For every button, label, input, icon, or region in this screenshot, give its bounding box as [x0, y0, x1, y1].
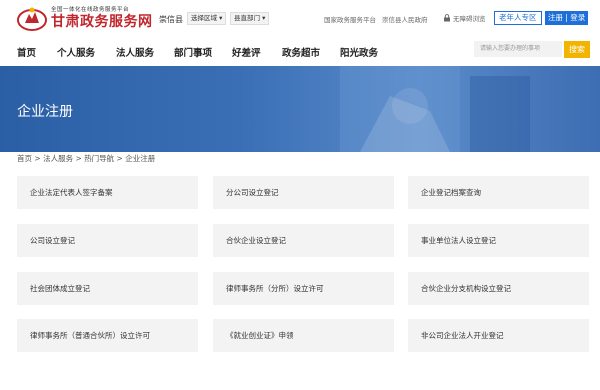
service-card[interactable]: 合伙企业设立登记 [213, 224, 394, 257]
breadcrumb-separator: > [75, 154, 82, 163]
breadcrumb-hot-navigation[interactable]: 热门导航 [84, 154, 114, 163]
banner-decoration [340, 66, 530, 152]
service-card[interactable]: 社会团体成立登记 [17, 272, 198, 305]
emblem-icon [17, 5, 47, 31]
service-card[interactable]: 《就业创业证》申领 [213, 319, 394, 352]
breadcrumb: 首页 > 法人服务 > 热门导航 > 企业注册 [17, 153, 155, 164]
search-input[interactable]: 请输入您要办理的事项 [474, 41, 562, 57]
nav-home[interactable]: 首页 [17, 45, 36, 59]
nav-legal-entity-services[interactable]: 法人服务 [116, 45, 154, 59]
nav-sunshine-government[interactable]: 阳光政务 [340, 45, 378, 59]
search-button[interactable]: 搜索 [564, 41, 590, 58]
chevron-down-icon: ▾ [219, 14, 223, 22]
logo-subtitle: 全国一体化在线政务服务平台 [51, 6, 130, 13]
chevron-down-icon: ▾ [262, 14, 266, 22]
site-logo[interactable]: 全国一体化在线政务服务平台 甘肃政务服务网 [17, 5, 153, 31]
nav-personal-services[interactable]: 个人服务 [57, 45, 95, 59]
register-login-button[interactable]: 注册 | 登录 [545, 11, 589, 25]
region-select-label: 选择区域 [191, 14, 217, 22]
nav-department-matters[interactable]: 部门事项 [174, 45, 212, 59]
accessibility-icon [444, 14, 450, 22]
service-card[interactable]: 律师事务所（普通合伙所）设立许可 [17, 319, 198, 352]
department-select[interactable]: 县直部门 ▾ [230, 12, 270, 25]
service-card[interactable]: 企业法定代表人签字备案 [17, 176, 198, 209]
page-title: 企业注册 [17, 104, 73, 120]
elder-zone-button[interactable]: 老年人专区 [494, 11, 542, 25]
department-select-label: 县直部门 [234, 14, 260, 22]
breadcrumb-separator: > [116, 154, 123, 163]
top-bar: 全国一体化在线政务服务平台 甘肃政务服务网 崇信县 选择区域 ▾ 县直部门 ▾ … [0, 0, 600, 36]
service-card[interactable]: 分公司设立登记 [213, 176, 394, 209]
breadcrumb-legal-entity-services[interactable]: 法人服务 [43, 154, 73, 163]
page-banner: 企业注册 [0, 66, 600, 152]
service-card[interactable]: 合伙企业分支机构设立登记 [408, 272, 589, 305]
region-select[interactable]: 选择区域 ▾ [187, 12, 227, 25]
service-card[interactable]: 非公司企业法人开业登记 [408, 319, 589, 352]
nav-government-supermarket[interactable]: 政务超市 [282, 45, 320, 59]
link-county-government[interactable]: 崇信县人民政府 [382, 16, 428, 24]
service-card[interactable]: 事业单位法人设立登记 [408, 224, 589, 257]
logo-title: 甘肃政务服务网 [51, 13, 153, 30]
accessibility-link[interactable]: 无障碍浏览 [443, 13, 486, 23]
accessibility-label: 无障碍浏览 [453, 15, 486, 23]
nav-service-rating[interactable]: 好差评 [232, 45, 261, 59]
breadcrumb-separator: > [34, 154, 41, 163]
service-card[interactable]: 企业登记档案查询 [408, 176, 589, 209]
service-card[interactable]: 公司设立登记 [17, 224, 198, 257]
top-links: 国家政务服务平台 崇信县人民政府 [324, 14, 434, 24]
current-region: 崇信县 [159, 15, 183, 24]
breadcrumb-home[interactable]: 首页 [17, 154, 32, 163]
service-card[interactable]: 律师事务所（分所）设立许可 [213, 272, 394, 305]
link-national-platform[interactable]: 国家政务服务平台 [324, 16, 376, 24]
breadcrumb-current: 企业注册 [125, 154, 156, 163]
